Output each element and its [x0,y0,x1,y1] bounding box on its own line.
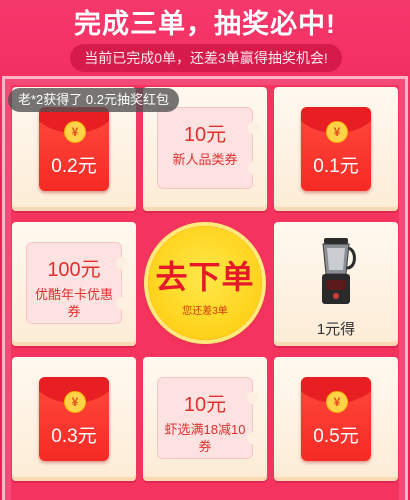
page-title: 完成三单，抽奖必中! [74,9,336,39]
yen-coin-icon: ¥ [326,391,348,413]
red-envelope-icon: ¥ 0.1元 [301,107,371,191]
prize-cell-4: 100元 优酷年卡优惠券 [12,222,136,346]
prize-amount: 0.3元 [51,426,97,447]
place-order-area: 去下单 您还差3单 [143,222,267,346]
prize-cell-8: 10元 虾选满18减10券 [143,357,267,481]
prize-amount: 0.5元 [313,426,359,447]
place-order-button[interactable]: 去下单 您还差3单 [148,226,262,340]
orders-remaining-text: 您还差3单 [182,306,228,317]
prize-cell-7: ¥ 0.3元 [12,357,136,481]
red-envelope-icon: ¥ 0.3元 [39,377,109,461]
prize-amount: 0.2元 [51,156,97,177]
prize-cell-3: ¥ 0.1元 [274,87,398,211]
coupon-amount: 10元 [183,124,227,146]
red-envelope-icon: ¥ 0.5元 [301,377,371,461]
coupon-description: 虾选满18减10券 [164,422,246,454]
blender-icon [322,238,356,304]
coupon-ticket-icon: 100元 优酷年卡优惠券 [26,242,128,324]
coupon-amount: 10元 [183,394,227,416]
coupon-description: 优酷年卡优惠券 [34,287,113,319]
winner-toast: 老*2获得了 0.2元抽奖红包 [8,88,179,112]
yen-coin-icon: ¥ [64,121,86,143]
yen-coin-icon: ¥ [64,391,86,413]
prize-amount: 0.1元 [313,156,359,177]
progress-subtitle: 当前已完成0单，还差3单赢得抽奖机会! [70,44,342,72]
coupon-amount: 100元 [47,259,101,281]
place-order-label: 去下单 [155,259,255,295]
prize-cell-9: ¥ 0.5元 [274,357,398,481]
yen-coin-icon: ¥ [326,121,348,143]
product-price-label: 1元得 [316,321,356,338]
red-envelope-icon: ¥ 0.2元 [39,107,109,191]
prize-cell-6: 1元得 [274,222,398,346]
coupon-ticket-icon: 10元 新人品类券 [157,107,259,189]
coupon-description: 新人品类券 [172,152,238,167]
coupon-ticket-icon: 10元 虾选满18减10券 [157,377,259,459]
